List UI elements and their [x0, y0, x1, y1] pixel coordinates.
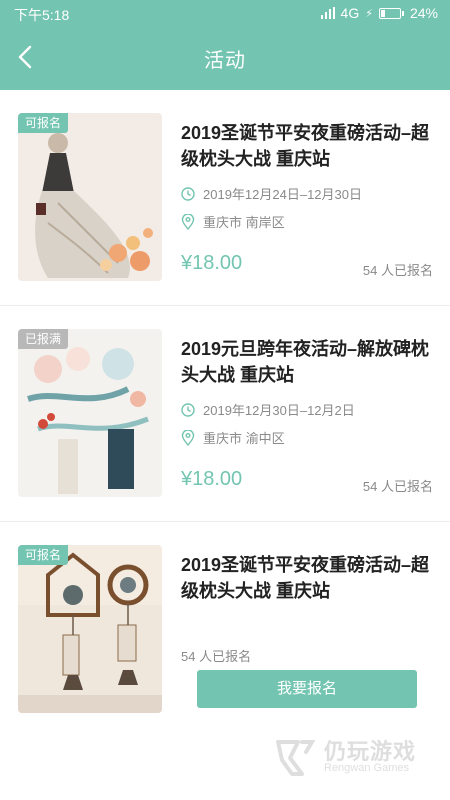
activity-price: ¥18.00 — [181, 468, 243, 490]
activity-title: 2019圣诞节平安夜重磅活动–超级枕头大战 重庆站 — [181, 123, 430, 169]
activity-date-row: 2019年12月24日–12月30日 — [181, 184, 362, 203]
watermark-logo-icon — [276, 740, 316, 776]
status-badge: 已报满 — [18, 329, 69, 349]
location-pin-icon — [181, 429, 195, 446]
clock-icon — [181, 186, 195, 201]
activity-date: 2019年12月30日–12月2日 — [203, 403, 355, 418]
activity-price: ¥18.00 — [181, 252, 243, 274]
activity-card[interactable]: 已报满 2019元旦跨年夜活动–解放碑枕头大战 重庆站 2019年12月30日–… — [0, 306, 450, 522]
network-label: 4G — [340, 5, 360, 21]
signal-icon — [320, 7, 335, 19]
activity-thumbnail: 可报名 — [18, 113, 162, 281]
watermark: 仍玩游戏 Rengwan Games — [272, 734, 432, 782]
page-title: 活动 — [204, 50, 246, 72]
illustration-girl-dress-image — [18, 113, 162, 281]
enrolled-count: 54 人已报名 — [362, 263, 433, 278]
enrolled-count: 54 人已报名 — [362, 479, 433, 494]
activity-location: 重庆市 南岸区 — [203, 215, 285, 230]
charging-icon: ⚡ — [365, 7, 373, 20]
activity-list: 可报名 2019圣诞节平安夜重磅活动–超级枕头大战 重庆站 2019年12月24… — [0, 90, 450, 738]
register-button[interactable]: 我要报名 — [197, 670, 417, 708]
activity-location-row: 重庆市 南岸区 — [181, 212, 285, 231]
watermark-subtext: Rengwan Games — [324, 762, 409, 774]
battery-icon — [378, 7, 404, 19]
location-pin-icon — [181, 213, 195, 230]
activity-location-row: 重庆市 渝中区 — [181, 428, 285, 447]
activity-date: 2019年12月24日–12月30日 — [203, 187, 362, 202]
status-badge: 可报名 — [18, 113, 69, 133]
activity-card[interactable]: 可报名 2019圣诞节平安夜重磅活动–超级枕头大战 重庆站 2019年12月24… — [0, 90, 450, 306]
activity-thumbnail: 已报满 — [18, 329, 162, 497]
clock-icon — [181, 402, 195, 417]
activity-title: 2019圣诞节平安夜重磅活动–超级枕头大战 重庆站 — [181, 555, 430, 601]
battery-label: 24% — [409, 5, 438, 21]
status-badge: 可报名 — [18, 545, 69, 565]
status-indicators: 4G ⚡ 24% — [320, 5, 438, 21]
wind-chime-photo-image — [18, 545, 162, 713]
status-time: 下午5:18 — [14, 7, 70, 23]
activity-title: 2019元旦跨年夜活动–解放碑枕头大战 重庆站 — [181, 339, 430, 385]
illustration-flowers-image — [18, 329, 162, 497]
activity-location: 重庆市 渝中区 — [203, 431, 285, 446]
status-bar: 下午5:18 4G ⚡ 24% — [0, 0, 450, 26]
activity-thumbnail: 可报名 — [18, 545, 162, 713]
app-header: 下午5:18 4G ⚡ 24% 活动 — [0, 0, 450, 90]
activity-date-row: 2019年12月30日–12月2日 — [181, 400, 355, 419]
enrolled-count: 54 人已报名 — [181, 649, 252, 664]
